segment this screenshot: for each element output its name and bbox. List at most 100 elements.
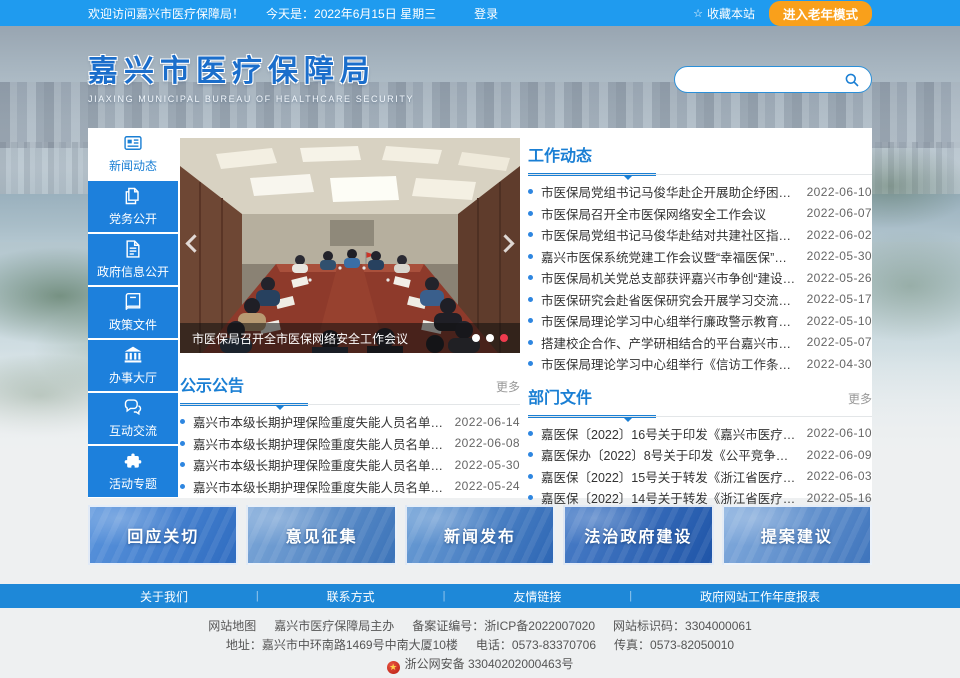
carousel-dot-3[interactable]	[500, 334, 508, 342]
left-column: 市医保局召开全市医保网络安全工作会议 公示公告 更多 嘉兴市本级长期护理保险重度…	[180, 128, 520, 498]
dept-files-list: 嘉医保〔2022〕16号关于印发《嘉兴市医疗保...2022-06-10嘉医保办…	[528, 423, 872, 509]
footer-line-3: ★ 浙公网安备 33040202000463号	[0, 655, 960, 674]
banner-5[interactable]: 提案建议	[722, 505, 872, 565]
announcements-more-link[interactable]: 更多	[496, 378, 520, 395]
carousel-dot-2[interactable]	[486, 334, 494, 342]
search-input[interactable]	[689, 73, 844, 87]
news-carousel[interactable]: 市医保局召开全市医保网络安全工作会议	[180, 138, 520, 353]
sidebar-item-5[interactable]: 办事大厅	[88, 340, 178, 391]
login-link[interactable]: 登录	[474, 5, 498, 22]
bullet-icon	[180, 441, 185, 446]
sidebar-item-1[interactable]: 新闻动态	[88, 128, 178, 179]
footer-security-record: 浙公网安备 33040202000463号	[405, 657, 574, 671]
title-underline	[180, 403, 308, 406]
item-title: 市医保局机关党总支部获评嘉兴市争创“建设清廉机...	[541, 268, 797, 287]
banner-label: 回应关切	[127, 523, 199, 547]
item-title: 嘉医保〔2022〕16号关于印发《嘉兴市医疗保...	[541, 424, 797, 443]
sidebar-item-7[interactable]: 活动专题	[88, 446, 178, 497]
dept-files-more-link[interactable]: 更多	[848, 390, 872, 407]
list-item[interactable]: 市医保局党组书记马俊华赴结对共建社区指导全国文... 2022-06-02	[528, 224, 872, 246]
list-item[interactable]: 市医保局召开全市医保网络安全工作会议2022-06-07	[528, 203, 872, 225]
right-column: 工作动态 市医保局党组书记马俊华赴企开展助企纾困活动2022-06-10市医保局…	[528, 128, 872, 498]
sidebar-item-label: 互动交流	[109, 422, 157, 439]
favorite-link[interactable]: ☆ 收藏本站	[693, 5, 755, 22]
sidebar-item-label: 党务公开	[109, 210, 157, 227]
footer-line-1: 网站地图嘉兴市医疗保障局主办备案证编号：浙ICP备2022007020网站标识码…	[0, 617, 960, 636]
list-item[interactable]: 市医保局党组书记马俊华赴企开展助企纾困活动2022-06-10	[528, 181, 872, 203]
newspaper-icon	[123, 133, 143, 153]
announcements-list: 嘉兴市本级长期护理保险重度失能人员名单公示（2...2022-06-14嘉兴市本…	[180, 411, 520, 497]
list-item[interactable]: 嘉兴市本级长期护理保险重度失能人员名单公示（2...2022-05-30	[180, 454, 520, 476]
footer-nav-link-4[interactable]: 政府网站工作年度报表	[700, 588, 820, 605]
banner-label: 提案建议	[761, 523, 833, 547]
list-item[interactable]: 市医保研究会赴省医保研究会开展学习交流活动2022-05-17	[528, 289, 872, 311]
list-item[interactable]: 市医保局机关党总支部获评嘉兴市争创“建设清廉机...2022-05-26	[528, 267, 872, 289]
carousel-caption-bar: 市医保局召开全市医保网络安全工作会议	[180, 323, 520, 353]
item-date: 2022-05-16	[807, 491, 872, 505]
list-item[interactable]: 市医保局理论学习中心组举行廉政警示教育专题学习...2022-05-10	[528, 310, 872, 332]
dept-files-title: 部门文件	[528, 384, 592, 408]
work-news-list: 市医保局党组书记马俊华赴企开展助企纾困活动2022-06-10市医保局召开全市医…	[528, 181, 872, 375]
search-button[interactable]	[844, 71, 862, 89]
list-item[interactable]: 市医保局理论学习中心组举行《信访工作条例》专题... 2022-04-30	[528, 353, 872, 375]
list-item[interactable]: 嘉兴市本级长期护理保险重度失能人员名单公示（2...2022-05-24	[180, 476, 520, 498]
elder-mode-button[interactable]: 进入老年模式	[769, 1, 872, 26]
list-item[interactable]: 嘉医保〔2022〕16号关于印发《嘉兴市医疗保...2022-06-10	[528, 423, 872, 445]
item-date: 2022-05-30	[455, 458, 520, 472]
item-date: 2022-04-30	[807, 357, 872, 371]
site-logo[interactable]: 嘉兴市医疗保障局 JIAXING MUNICIPAL BUREAU OF HEA…	[88, 46, 414, 104]
banner-3[interactable]: 新闻发布	[405, 505, 555, 565]
item-title: 市医保局理论学习中心组举行廉政警示教育专题学习...	[541, 311, 797, 330]
carousel-caption[interactable]: 市医保局召开全市医保网络安全工作会议	[192, 330, 462, 347]
list-item[interactable]: 嘉兴市本级长期护理保险重度失能人员名单公示（2...2022-06-08	[180, 433, 520, 455]
banner-1[interactable]: 回应关切	[88, 505, 238, 565]
banner-2[interactable]: 意见征集	[246, 505, 396, 565]
favorite-label: 收藏本站	[707, 5, 755, 22]
footer-nav-link-2[interactable]: 联系方式	[327, 588, 375, 605]
sidebar-item-6[interactable]: 互动交流	[88, 393, 178, 444]
item-title: 市医保局理论学习中心组举行《信访工作条例》专题...	[541, 354, 797, 373]
file-icon	[123, 239, 143, 259]
carousel-photo	[180, 138, 520, 353]
item-title: 市医保局党组书记马俊华赴结对共建社区指导全国文...	[541, 225, 797, 244]
item-title: 搭建校企合作、产学研相结合的平台嘉兴市长期护理...	[541, 333, 797, 352]
topbar-right: ☆ 收藏本站 进入老年模式	[693, 1, 872, 26]
work-news-title: 工作动态	[528, 142, 592, 166]
search-box	[674, 66, 872, 93]
sidebar-item-4[interactable]: 政策文件	[88, 287, 178, 338]
banner-label: 法治政府建设	[584, 523, 692, 547]
footer-nav-link-1[interactable]: 关于我们	[140, 588, 188, 605]
list-item[interactable]: 嘉医保〔2022〕15号关于转发《浙江省医疗保...2022-06-03	[528, 466, 872, 488]
sidebar-item-label: 办事大厅	[109, 369, 157, 386]
star-icon: ☆	[693, 7, 703, 20]
sidebar-item-2[interactable]: 党务公开	[88, 181, 178, 232]
sidebar-item-3[interactable]: 政府信息公开	[88, 234, 178, 285]
banner-4[interactable]: 法治政府建设	[563, 505, 713, 565]
carousel-dots	[472, 334, 508, 342]
list-item[interactable]: 嘉兴市本级长期护理保险重度失能人员名单公示（2...2022-06-14	[180, 411, 520, 433]
announcements-title: 公示公告	[180, 372, 244, 396]
carousel-dot-1[interactable]	[472, 334, 480, 342]
footer-text: 传真：0573-82050010	[614, 638, 734, 652]
work-news-header: 工作动态	[528, 142, 872, 175]
item-date: 2022-06-02	[807, 228, 872, 242]
footer-nav-link-3[interactable]: 友情链接	[513, 588, 561, 605]
bullet-icon	[528, 474, 533, 479]
bullet-icon	[528, 452, 533, 457]
public-security-badge-icon: ★	[387, 661, 400, 674]
divider: |	[256, 590, 259, 602]
bullet-icon	[528, 297, 533, 302]
item-date: 2022-06-07	[807, 206, 872, 220]
list-item[interactable]: 嘉兴市医保系统党建工作会议暨“幸福医保”党建联...2022-05-30	[528, 246, 872, 268]
list-item[interactable]: 搭建校企合作、产学研相结合的平台嘉兴市长期护理...2022-05-07	[528, 332, 872, 354]
item-date: 2022-06-08	[455, 436, 520, 450]
footer-info: 网站地图嘉兴市医疗保障局主办备案证编号：浙ICP备2022007020网站标识码…	[0, 608, 960, 674]
bank-icon	[123, 345, 143, 365]
list-item[interactable]: 嘉医保办〔2022〕8号关于印发《公平竞争审查...2022-06-09	[528, 444, 872, 466]
item-title: 嘉医保办〔2022〕8号关于印发《公平竞争审查...	[541, 445, 797, 464]
dept-files-header: 部门文件 更多	[528, 384, 872, 417]
bullet-icon	[180, 484, 185, 489]
item-date: 2022-05-17	[807, 292, 872, 306]
bullet-icon	[180, 462, 185, 467]
item-date: 2022-05-30	[807, 249, 872, 263]
